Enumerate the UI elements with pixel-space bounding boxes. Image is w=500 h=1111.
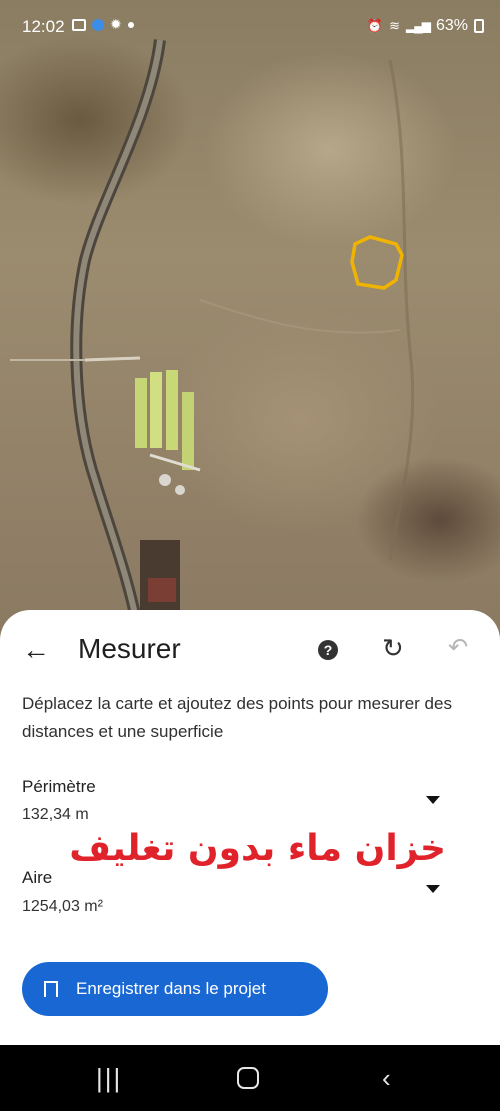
- area-value: 1254,03 m²: [22, 898, 103, 915]
- bookmark-icon: [44, 981, 58, 1003]
- panel-header: ← Mesurer ? ↻ ↶: [0, 630, 500, 670]
- save-to-project-button[interactable]: Enregistrer dans le projet: [22, 962, 328, 1016]
- status-bar: 12:02 ✹ ⏰ ≋ ▂▄▆ 63%: [0, 0, 500, 56]
- back-nav-icon[interactable]: ‹: [382, 1063, 391, 1094]
- instructions-text: Déplacez la carte et ajoutez des points …: [22, 694, 452, 741]
- overlay-annotation-text: خزان ماء بدون تغليف: [69, 828, 446, 869]
- battery-icon: [474, 19, 484, 33]
- system-navigation-bar: ||| ‹: [0, 1045, 500, 1111]
- save-button-label: Enregistrer dans le projet: [76, 979, 266, 998]
- perimeter-value: 132,34 m: [22, 806, 89, 823]
- battery-percent: 63%: [435, 17, 468, 34]
- gallery-icon: [72, 18, 86, 31]
- satellite-map[interactable]: [0, 0, 500, 640]
- perimeter-label: Périmètre: [22, 777, 96, 796]
- status-time: 12:02: [22, 17, 65, 36]
- more-notifications-icon: [127, 21, 134, 28]
- area-dropdown-icon[interactable]: [426, 885, 440, 893]
- area-label: Aire: [22, 868, 53, 887]
- undo-icon[interactable]: ↶: [448, 634, 468, 662]
- help-icon[interactable]: ?: [318, 640, 338, 660]
- signal-icon: ▂▄▆: [406, 19, 431, 33]
- brightness-icon: ✹: [110, 16, 122, 32]
- perimeter-dropdown-icon[interactable]: [426, 796, 440, 804]
- wifi-icon: ≋: [389, 18, 400, 33]
- system-status-icons: ⏰ ≋ ▂▄▆ 63%: [367, 17, 484, 35]
- measured-area-polygon: [350, 235, 404, 290]
- home-icon[interactable]: [237, 1067, 259, 1089]
- map-features: [10, 39, 415, 640]
- panel-title: Mesurer: [78, 633, 181, 664]
- back-arrow-icon[interactable]: ←: [22, 636, 50, 664]
- recent-apps-icon[interactable]: |||: [96, 1063, 122, 1094]
- app-icon: [92, 18, 104, 31]
- refresh-icon[interactable]: ↻: [382, 634, 404, 662]
- measure-panel: ← Mesurer ? ↻ ↶ Déplacez la carte et ajo…: [0, 610, 500, 1045]
- alarm-icon: ⏰: [366, 18, 384, 33]
- notification-icons: ✹: [72, 16, 134, 33]
